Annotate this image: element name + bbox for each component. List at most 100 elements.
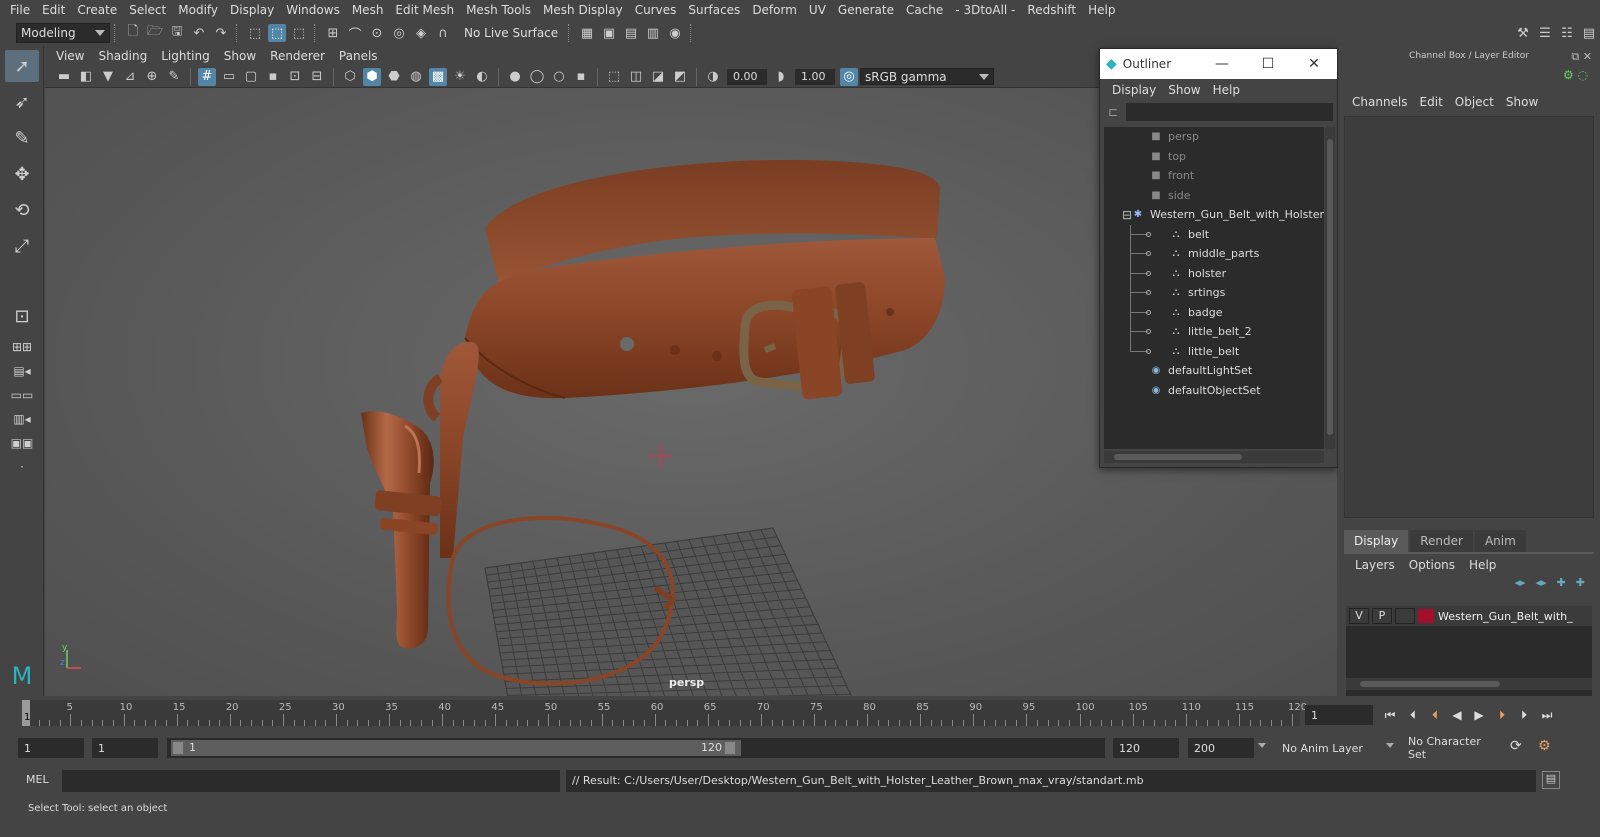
- motion-blur-icon[interactable]: ◯: [528, 68, 546, 86]
- four-view-layout-icon[interactable]: ⊞⊞: [5, 336, 39, 358]
- layer-display-type[interactable]: [1395, 608, 1415, 624]
- range-start-handle[interactable]: [173, 742, 183, 754]
- select-camera-icon[interactable]: ▬: [55, 68, 73, 86]
- layer-row[interactable]: V P Western_Gun_Belt_with_: [1346, 606, 1592, 626]
- snap-point-icon[interactable]: ⊙: [368, 24, 386, 42]
- outliner-item[interactable]: ■ top: [1104, 147, 1324, 167]
- move-layer-down-icon[interactable]: ◂▸: [1536, 576, 1547, 596]
- outliner-hscrollbar[interactable]: [1104, 451, 1324, 463]
- layer-hscrollbar[interactable]: [1346, 678, 1592, 690]
- tool-settings-icon[interactable]: ☷: [1558, 24, 1576, 42]
- channel-box-toggle-icon[interactable]: ⚙ ◌: [1563, 68, 1588, 82]
- outliner-item[interactable]: ⛬ little_belt_2: [1104, 322, 1324, 342]
- outliner-item[interactable]: ⛬ srtings: [1104, 283, 1324, 303]
- render-settings-icon[interactable]: ▥: [644, 24, 662, 42]
- save-scene-icon[interactable]: 🖫: [168, 24, 186, 42]
- single-view-layout-icon[interactable]: ⊡: [5, 300, 39, 332]
- outliner-item[interactable]: ⛬ middle_parts: [1104, 244, 1324, 264]
- scroll-thumb[interactable]: [1114, 454, 1242, 460]
- scroll-thumb[interactable]: [1360, 681, 1500, 687]
- attribute-editor-icon[interactable]: ☰: [1536, 24, 1554, 42]
- image-plane-icon[interactable]: ⊿: [121, 68, 139, 86]
- play-backwards-icon[interactable]: ◀: [1449, 708, 1465, 722]
- close-icon[interactable]: ✕: [1291, 56, 1337, 72]
- layer-name[interactable]: Western_Gun_Belt_with_: [1438, 610, 1573, 623]
- color-management-icon[interactable]: ◎: [840, 67, 858, 86]
- ipr-render-icon[interactable]: ▤: [622, 24, 640, 42]
- snap-surface-icon[interactable]: ◈: [412, 24, 430, 42]
- viewport-menu-view[interactable]: View: [49, 49, 91, 63]
- menu-help[interactable]: Help: [1082, 3, 1121, 17]
- grid-icon[interactable]: #: [198, 67, 216, 86]
- gate-mask-icon[interactable]: ▪: [264, 68, 282, 86]
- outliner-menu-display[interactable]: Display: [1106, 83, 1162, 97]
- cb-menu-edit[interactable]: Edit: [1414, 95, 1449, 109]
- menu-curves[interactable]: Curves: [629, 3, 683, 17]
- outliner-item[interactable]: ◉ defaultLightSet: [1104, 361, 1324, 381]
- outliner-item[interactable]: ■ persp: [1104, 127, 1324, 147]
- undo-icon[interactable]: ↶: [190, 24, 208, 42]
- outliner-menu-show[interactable]: Show: [1162, 83, 1206, 97]
- modeling-toolkit-icon[interactable]: ⚒: [1514, 24, 1532, 42]
- snap-curve-icon[interactable]: ⌒: [346, 24, 364, 43]
- go-to-end-icon[interactable]: ⏭: [1539, 708, 1555, 722]
- menu-edit[interactable]: Edit: [36, 3, 71, 17]
- menu-deform[interactable]: Deform: [746, 3, 803, 17]
- layer-visibility-toggle[interactable]: V: [1349, 608, 1369, 624]
- more-layouts-icon[interactable]: ·: [5, 456, 39, 478]
- depth-of-field-icon[interactable]: ▪: [572, 68, 590, 86]
- menu-select[interactable]: Select: [123, 3, 172, 17]
- safe-action-icon[interactable]: ⊟: [308, 68, 326, 86]
- animation-prefs-icon[interactable]: ⚙: [1538, 738, 1551, 754]
- xray-joints-icon[interactable]: ◪: [649, 68, 667, 86]
- bookmark-icon[interactable]: ▼: [99, 68, 117, 86]
- outliner-vscrollbar[interactable]: [1325, 127, 1335, 449]
- outliner-item[interactable]: ⛬ little_belt: [1104, 342, 1324, 362]
- snap-view-icon[interactable]: ◎: [390, 24, 408, 42]
- playback-start-field[interactable]: 1: [92, 738, 158, 758]
- default-material-icon[interactable]: ◍: [407, 68, 425, 86]
- gamma-field[interactable]: 1.00: [795, 68, 835, 85]
- render-frame-icon[interactable]: ▣: [600, 24, 618, 42]
- layers-menu-options[interactable]: Options: [1402, 558, 1462, 572]
- xray-components-icon[interactable]: ◩: [671, 68, 689, 86]
- outliner-item[interactable]: ■ front: [1104, 166, 1324, 186]
- film-gate-icon[interactable]: ▭: [220, 68, 238, 86]
- command-input[interactable]: [62, 770, 560, 792]
- menu-windows[interactable]: Windows: [280, 3, 346, 17]
- viewport-menu-renderer[interactable]: Renderer: [263, 49, 332, 63]
- menu-3dtoall[interactable]: - 3DtoAll -: [949, 3, 1021, 17]
- step-back-icon[interactable]: ⏴: [1405, 708, 1421, 722]
- chevron-down-icon[interactable]: [1258, 743, 1266, 748]
- scroll-thumb[interactable]: [1327, 139, 1333, 435]
- viewport-menu-lighting[interactable]: Lighting: [154, 49, 217, 63]
- minimize-icon[interactable]: —: [1199, 56, 1245, 72]
- graph-layout-icon[interactable]: ▭▭: [5, 384, 39, 406]
- wireframe-icon[interactable]: ⬡: [341, 68, 359, 86]
- panel-close-icon[interactable]: ⧉ ✕: [1571, 50, 1592, 64]
- menu-uv[interactable]: UV: [803, 3, 832, 17]
- hypershade-icon[interactable]: ◉: [666, 24, 684, 42]
- move-layer-up-icon[interactable]: ◂▸: [1514, 576, 1525, 596]
- live-surface-field[interactable]: No Live Surface: [460, 23, 564, 43]
- outliner-item[interactable]: ⛬ belt: [1104, 225, 1324, 245]
- open-scene-icon[interactable]: 🗁: [146, 24, 164, 42]
- layers-menu-layers[interactable]: Layers: [1348, 558, 1402, 572]
- ambient-occlusion-icon[interactable]: ●: [506, 68, 524, 86]
- camera-attributes-icon[interactable]: ◧: [77, 68, 95, 86]
- isolate-select-icon[interactable]: ⬚: [605, 68, 623, 86]
- anti-aliasing-icon[interactable]: ○: [550, 68, 568, 86]
- xray-icon[interactable]: ◫: [627, 68, 645, 86]
- select-component-icon[interactable]: ⬚: [290, 24, 308, 42]
- scale-tool-icon[interactable]: ⤢: [5, 230, 39, 262]
- range-track[interactable]: 1 120: [167, 738, 1105, 758]
- layer-list[interactable]: V P Western_Gun_Belt_with_: [1346, 606, 1592, 706]
- outliner-layout-icon[interactable]: ▤◂: [5, 360, 39, 382]
- paint-select-icon[interactable]: ✎: [5, 122, 39, 154]
- mode-dropdown[interactable]: Modeling: [16, 23, 110, 43]
- menu-surfaces[interactable]: Surfaces: [682, 3, 746, 17]
- menu-modify[interactable]: Modify: [172, 3, 224, 17]
- step-forward-icon[interactable]: ⏵: [1516, 708, 1532, 722]
- viewport-menu-shading[interactable]: Shading: [91, 49, 154, 63]
- chevron-down-icon[interactable]: [1386, 743, 1394, 748]
